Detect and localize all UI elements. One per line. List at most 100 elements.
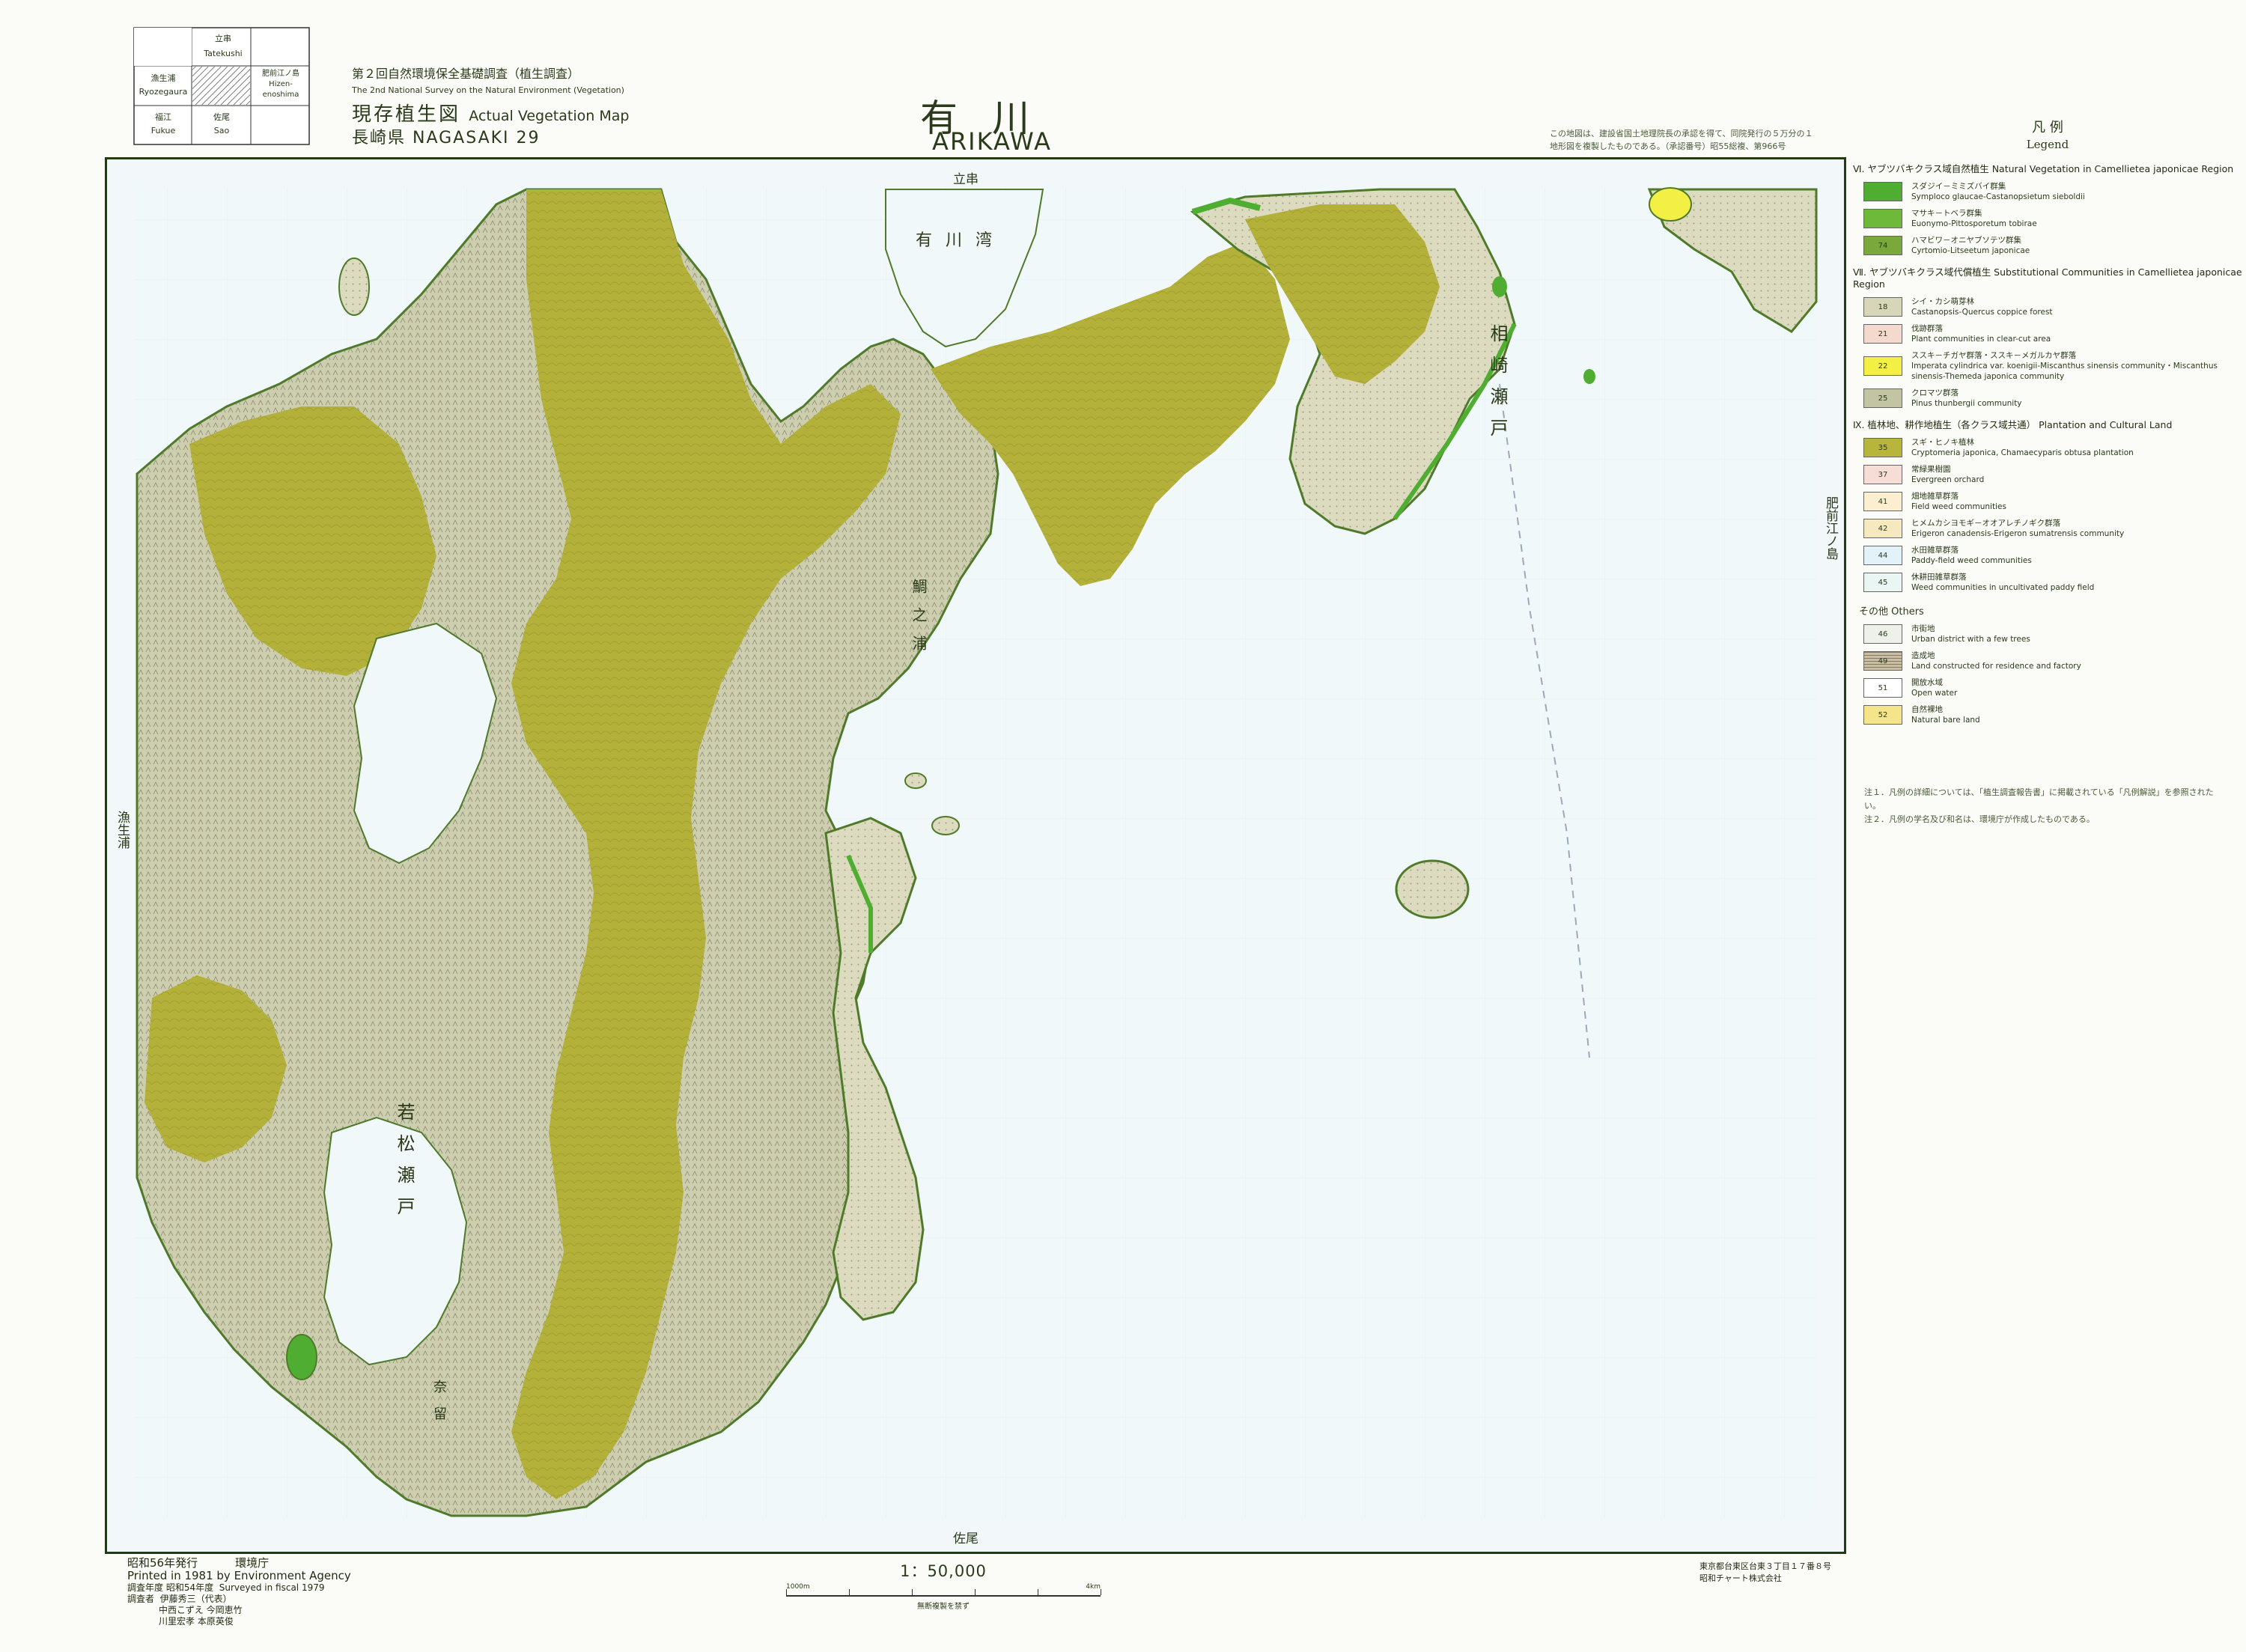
place-wakamatsu-strait: 若松瀬戸	[394, 1103, 415, 1228]
legend-title-en: Legend	[2026, 138, 2069, 151]
copyright-note: この地図は、建設省国土地理院長の承認を得て、同院発行の５万分の１地形図を複製した…	[1550, 129, 1813, 151]
vegetation-map	[135, 187, 1818, 1518]
index-cell-en: Fukue	[150, 126, 176, 135]
legend: 凡 例 Legend Ⅵ. ヤブツバキクラス域自然植生 Natural Vege…	[1853, 120, 2242, 725]
legend-text: ススキ－チガヤ群落・ススキ－メガルカヤ群落 Imperata cylindrica…	[1911, 351, 2218, 381]
legend-swatch: 44	[1863, 546, 1902, 565]
scale-bar: 1000m 4km	[786, 1583, 1101, 1597]
place-tainoura: 鯛之浦	[910, 579, 928, 664]
legend-swatch: 45	[1863, 573, 1902, 592]
legend-text: 造成地 Land constructed for residence and fa…	[1911, 651, 2081, 671]
printer-name: 昭和チャート株式会社	[1699, 1573, 1782, 1583]
legend-item: 35 スギ・ヒノキ植林 Cryptomeria japonica, Chamaec…	[1863, 437, 2242, 458]
series-title-jp: 第２回自然環境保全基礎調査（植生調査）	[352, 67, 580, 81]
footer-credits: 昭和56年発行 環境庁 Printed in 1981 by Environme…	[127, 1557, 351, 1627]
index-diagram: 立串 Tatekushi 肥前江ノ島 Hizen-enoshima 漁生浦 Ry…	[133, 27, 310, 145]
index-cell-jp: 漁生浦	[150, 73, 176, 83]
legend-section-heading: Ⅸ. 植林地、耕作地植生（各クラス域共通） Plantation and Cul…	[1853, 419, 2173, 430]
place-arikawa-bay: 有川湾	[916, 231, 1006, 250]
agency-name: 環境庁	[235, 1556, 270, 1570]
legend-swatch: 46	[1863, 624, 1902, 644]
index-cell-en: Ryozegaura	[139, 87, 188, 97]
place-naru: 奈留	[431, 1380, 447, 1433]
scale-ratio: 1：50,000	[900, 1562, 987, 1580]
index-cell-en: Sao	[213, 126, 230, 135]
legend-section-heading: Ⅵ. ヤブツバキクラス域自然植生 Natural Vegetation in C…	[1853, 163, 2234, 174]
surveyors: 調査者 伊藤秀三（代表）	[127, 1594, 232, 1604]
legend-item: 42 ヒメムカシヨモギ－オオアレチノギク群落 Erigeron canadensi…	[1863, 518, 2242, 539]
legend-text: 市街地 Urban district with a few trees	[1911, 624, 2030, 644]
legend-item: 22 ススキ－チガヤ群落・ススキ－メガルカヤ群落 Imperata cylindr…	[1863, 350, 2242, 382]
legend-item: 37 常緑果樹園 Evergreen orchard	[1863, 464, 2242, 485]
legend-text: ヒメムカシヨモギ－オオアレチノギク群落 Erigeron canadensis-E…	[1911, 519, 2125, 538]
index-cell-fukue: 福江 Fukue	[136, 111, 190, 138]
legend-text: ハマビワ－オニヤブソテツ群集 Cyrtomio-Litseetum japonic…	[1911, 236, 2030, 255]
legend-swatch: 52	[1863, 705, 1902, 725]
legend-item: 21 伐跡群落 Plant communities in clear-cut ar…	[1863, 323, 2242, 344]
legend-item: 41 畑地雑草群落 Field weed communities	[1863, 491, 2242, 512]
legend-swatch: 37	[1863, 465, 1902, 484]
index-cell-en: Tatekushi	[204, 49, 243, 58]
scale-block: 1：50,000 1000m 4km 無断複製を禁ず	[786, 1559, 1101, 1611]
printer-address: 東京都台東区台東３丁目１７番８号	[1699, 1561, 1831, 1571]
legend-text: スギ・ヒノキ植林 Cryptomeria japonica, Chamaecypa…	[1911, 438, 2134, 457]
legend-swatch	[1863, 209, 1902, 228]
published-date: 昭和56年発行	[127, 1556, 198, 1570]
legend-text: マサキ－トベラ群集 Euonymo-Pittosporetum tobirae	[1911, 209, 2037, 228]
legend-text: 常緑果樹園 Evergreen orchard	[1911, 465, 1985, 484]
index-cell-ryozegaura: 漁生浦 Ryozegaura	[136, 72, 190, 99]
map-type: 現存植生図 Actual Vegetation Map	[352, 103, 629, 126]
islet-7	[1492, 276, 1507, 297]
legend-item: 25 クロマツ群落 Pinus thunbergii community	[1863, 388, 2242, 409]
map-title-en: ARIKAWA	[932, 127, 1052, 156]
map-right-label: 肥前江ノ島	[1823, 496, 1838, 560]
survey-year: 調査年度 昭和54年度 Surveyed in fiscal 1979	[127, 1582, 325, 1593]
legend-swatch	[1863, 182, 1902, 201]
index-cell-hizen: 肥前江ノ島 Hizen-enoshima	[253, 69, 308, 100]
legend-text: シイ・カシ萌芽林 Castanopsis-Quercus coppice fore…	[1911, 297, 2053, 317]
printer-info: 東京都台東区台東３丁目１７番８号 昭和チャート株式会社	[1699, 1561, 1831, 1585]
map-top-label: 立串	[953, 172, 979, 187]
index-cell-jp: 福江	[155, 112, 171, 122]
legend-item: 45 休耕田雑草群落 Weed communities in uncultivat…	[1863, 572, 2242, 593]
legend-text: 水田雑草群落 Paddy-field weed communities	[1911, 546, 2032, 565]
index-cell-tatekushi: 立串 Tatekushi	[197, 31, 249, 61]
surveyor-line: 川里宏孝 本原英俊	[159, 1616, 234, 1627]
printed-by: Printed in 1981 by Environment Agency	[127, 1569, 351, 1582]
series-block: 第２回自然環境保全基礎調査（植生調査） The 2nd National Sur…	[352, 66, 629, 147]
scale-end-label: 4km	[1086, 1583, 1101, 1591]
legend-item: 18 シイ・カシ萌芽林 Castanopsis-Quercus coppice f…	[1863, 296, 2242, 317]
legend-swatch: 25	[1863, 388, 1902, 408]
map-frame: 立串 佐尾 漁生浦 肥前江ノ島 有川湾 相崎瀬戸 若松瀬戸 鯛之浦 奈留	[105, 157, 1846, 1554]
legend-swatch: 74	[1863, 236, 1902, 255]
place-aizaki-strait: 相崎瀬戸	[1487, 324, 1508, 450]
legend-section-heading: Ⅶ. ヤブツバキクラス域代償植生 Substitutional Communit…	[1853, 266, 2242, 290]
island-east	[1395, 859, 1470, 919]
islet-1	[1649, 187, 1692, 222]
index-cell-jp: 佐尾	[213, 112, 230, 122]
scale-start-label: 1000m	[786, 1583, 810, 1591]
legend-others-label: その他 Others	[1859, 606, 1924, 618]
legend-item: 74 ハマビワ－オニヤブソテツ群集 Cyrtomio-Litseetum japo…	[1863, 235, 2242, 256]
legend-text: 開放水域 Open water	[1911, 678, 1958, 698]
legend-swatch: 21	[1863, 324, 1902, 344]
legend-title-jp: 凡 例	[2032, 120, 2063, 135]
legend-text: 畑地雑草群落 Field weed communities	[1911, 492, 2006, 511]
publication-line: 昭和56年発行 環境庁	[127, 1557, 351, 1570]
map-type-jp: 現存植生図	[352, 103, 461, 126]
legend-item: スダジイ－ミミズバイ群集 Symploco glaucae-Castanopsie…	[1863, 181, 2242, 202]
surveyor-line: 中西こずえ 今岡恵竹	[159, 1605, 243, 1615]
prefecture-label: 長崎県 NAGASAKI 29	[352, 129, 541, 147]
index-cell-jp: 肥前江ノ島	[262, 70, 299, 78]
legend-swatch: 49	[1863, 651, 1902, 671]
reproduction-note: 無断複製を禁ず	[917, 1603, 970, 1611]
legend-note: 注２．凡例の学名及び和名は、環境庁が作成したものである。	[1864, 814, 2095, 824]
islet-6	[338, 257, 370, 316]
legend-item: マサキ－トベラ群集 Euonymo-Pittosporetum tobirae	[1863, 208, 2242, 229]
legend-text: 自然裸地 Natural bare land	[1911, 705, 1980, 725]
legend-swatch: 35	[1863, 438, 1902, 457]
legend-swatch: 51	[1863, 678, 1902, 698]
index-cell-jp: 立串	[215, 34, 231, 43]
legend-item: 52 自然裸地 Natural bare land	[1863, 704, 2242, 725]
index-cell-en: Hizen-enoshima	[262, 80, 299, 99]
